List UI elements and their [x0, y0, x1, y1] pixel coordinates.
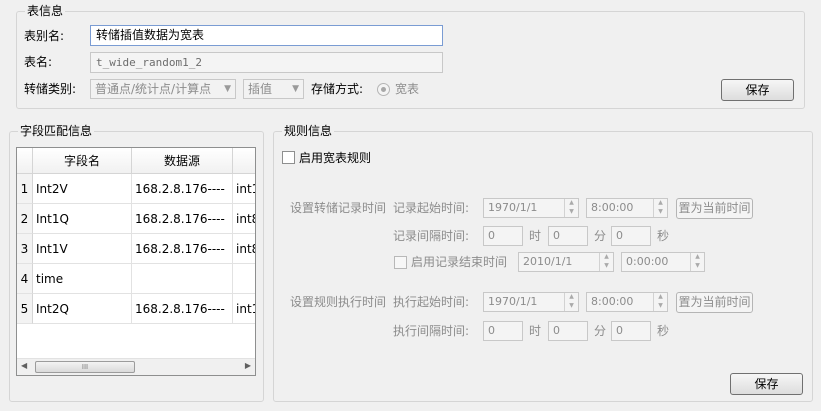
spin-buttons[interactable]: ▲ ▼	[653, 199, 667, 217]
table-row[interactable]: 4 time	[17, 264, 255, 294]
record-start-time-picker[interactable]: 8:00:00 ▲ ▼	[586, 198, 668, 218]
chevron-down-icon: ▼	[224, 84, 231, 94]
extra-cell[interactable]: int8	[233, 234, 255, 264]
exec-start-time-picker[interactable]: 8:00:00 ▲ ▼	[586, 292, 668, 312]
dump-type-label: 转储类别:	[24, 82, 77, 96]
exec-start-label: 执行起始时间:	[393, 295, 470, 309]
data-source-cell[interactable]: 168.2.8.176----	[132, 234, 233, 264]
exec-second-unit-label: 秒	[657, 324, 670, 338]
exec-start-date-picker[interactable]: 1970/1/1 ▲ ▼	[483, 292, 579, 312]
scroll-right-icon[interactable]: ▶	[245, 361, 251, 370]
exec-set-now-button[interactable]: 置为当前时间	[676, 292, 753, 313]
second-unit-label: 秒	[657, 229, 670, 243]
table-info-save-button[interactable]: 保存	[721, 79, 794, 101]
record-end-time-picker[interactable]: 0:00:00 ▲ ▼	[621, 252, 705, 272]
wide-table-radio[interactable]	[377, 83, 390, 96]
spin-buttons[interactable]: ▲ ▼	[564, 293, 578, 311]
record-end-time-value: 0:00:00	[626, 255, 669, 268]
field-name-cell[interactable]: Int2Q	[33, 294, 132, 324]
horizontal-scrollbar[interactable]: ◀ III ▶	[17, 358, 255, 375]
scrollbar-thumb[interactable]: III	[35, 361, 135, 373]
table-header: 字段名 数据源	[17, 148, 255, 174]
table-name-label: 表名:	[24, 55, 53, 69]
row-number: 1	[17, 174, 33, 204]
extra-cell[interactable]: int8	[233, 204, 255, 234]
field-name-cell[interactable]: time	[33, 264, 132, 294]
scroll-left-icon[interactable]: ◀	[21, 361, 27, 370]
record-start-time-value: 8:00:00	[591, 201, 634, 214]
alias-input[interactable]: 转储插值数据为宽表	[90, 25, 443, 46]
row-number: 3	[17, 234, 33, 264]
dump-type-select[interactable]: 普通点/统计点/计算点 ▼	[90, 79, 236, 99]
table-row[interactable]: 2 Int1Q 168.2.8.176---- int8	[17, 204, 255, 234]
record-start-date-picker[interactable]: 1970/1/1 ▲ ▼	[483, 198, 579, 218]
rules-title: 规则信息	[282, 123, 335, 139]
extra-cell[interactable]: int1	[233, 174, 255, 204]
table-name-field: t_wide_random1_2	[90, 52, 443, 73]
spin-buttons[interactable]: ▲ ▼	[653, 293, 667, 311]
record-end-date-value: 2010/1/1	[523, 255, 573, 268]
row-number: 5	[17, 294, 33, 324]
column-header-data-source[interactable]: 数据源	[132, 148, 233, 174]
wide-table-radio-label: 宽表	[395, 82, 420, 96]
dump-type-value: 普通点/统计点/计算点	[95, 82, 212, 96]
table-row[interactable]: 5 Int2Q 168.2.8.176---- int1	[17, 294, 255, 324]
record-interval-seconds[interactable]: 0	[611, 226, 651, 246]
exec-minute-unit-label: 分	[594, 324, 607, 338]
minute-unit-label: 分	[594, 229, 607, 243]
data-source-cell[interactable]: 168.2.8.176----	[132, 204, 233, 234]
storage-mode-label: 存储方式:	[311, 82, 364, 96]
field-name-cell[interactable]: Int2V	[33, 174, 132, 204]
exec-interval-hours[interactable]: 0	[483, 321, 523, 341]
record-interval-minutes[interactable]: 0	[548, 226, 588, 246]
exec-interval-label: 执行间隔时间:	[393, 324, 470, 338]
record-set-now-button[interactable]: 置为当前时间	[676, 198, 753, 219]
table-row[interactable]: 1 Int2V 168.2.8.176---- int1	[17, 174, 255, 204]
record-end-date-picker[interactable]: 2010/1/1 ▲ ▼	[518, 252, 614, 272]
table-info-title: 表信息	[25, 3, 66, 19]
spin-buttons[interactable]: ▲ ▼	[564, 199, 578, 217]
record-start-label: 记录起始时间:	[393, 201, 470, 215]
exec-start-time-value: 8:00:00	[591, 295, 634, 308]
interp-value: 插值	[248, 82, 273, 96]
exec-start-date-value: 1970/1/1	[488, 295, 538, 308]
exec-interval-minutes[interactable]: 0	[548, 321, 588, 341]
column-header-extra[interactable]	[233, 148, 255, 174]
exec-section-label: 设置规则执行时间	[290, 295, 387, 309]
record-interval-hours[interactable]: 0	[483, 226, 523, 246]
record-end-enable-checkbox[interactable]	[394, 256, 407, 269]
field-name-cell[interactable]: Int1Q	[33, 204, 132, 234]
record-end-enable-label: 启用记录结束时间	[411, 255, 508, 269]
field-match-table: 字段名 数据源 1 Int2V 168.2.8.176---- int1 2 I…	[16, 147, 256, 376]
table-row[interactable]: 3 Int1V 168.2.8.176---- int8	[17, 234, 255, 264]
spin-buttons[interactable]: ▲ ▼	[599, 253, 613, 271]
column-header-field-name[interactable]: 字段名	[33, 148, 132, 174]
extra-cell[interactable]	[233, 264, 255, 294]
record-interval-label: 记录间隔时间:	[393, 229, 470, 243]
row-number: 4	[17, 264, 33, 294]
hour-unit-label: 时	[529, 229, 542, 243]
interp-select[interactable]: 插值 ▼	[243, 79, 304, 99]
field-name-cell[interactable]: Int1V	[33, 234, 132, 264]
data-source-cell[interactable]: 168.2.8.176----	[132, 174, 233, 204]
row-number: 2	[17, 204, 33, 234]
rules-save-button[interactable]: 保存	[730, 373, 803, 395]
enable-wide-rule-checkbox[interactable]	[282, 151, 295, 164]
data-source-cell[interactable]	[132, 264, 233, 294]
record-section-label: 设置转储记录时间	[290, 201, 387, 215]
record-start-date-value: 1970/1/1	[488, 201, 538, 214]
enable-wide-rule-label: 启用宽表规则	[299, 151, 372, 165]
spin-buttons[interactable]: ▲ ▼	[690, 253, 704, 271]
data-source-cell[interactable]: 168.2.8.176----	[132, 294, 233, 324]
alias-label: 表别名:	[24, 29, 65, 43]
exec-hour-unit-label: 时	[529, 324, 542, 338]
exec-interval-seconds[interactable]: 0	[611, 321, 651, 341]
extra-cell[interactable]: int1	[233, 294, 255, 324]
header-corner	[17, 148, 33, 174]
chevron-down-icon: ▼	[292, 84, 299, 94]
field-match-title: 字段匹配信息	[18, 123, 95, 139]
